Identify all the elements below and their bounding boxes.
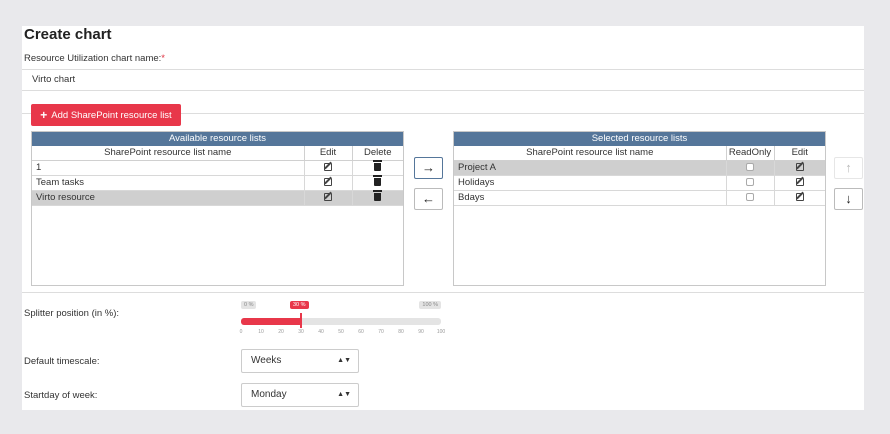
startday-select[interactable]: Monday ▲▼ <box>241 383 359 407</box>
slider-tick-label: 90 <box>418 329 424 335</box>
available-lists-table: SharePoint resource list name Edit Delet… <box>32 146 403 206</box>
slider-tick-label: 50 <box>338 329 344 335</box>
chart-name-input[interactable]: Virto chart <box>22 69 864 91</box>
arrow-left-icon[interactable]: ← <box>414 188 443 210</box>
select-caret-icon: ▲▼ <box>337 357 351 364</box>
col-header-name: SharePoint resource list name <box>32 146 304 161</box>
arrow-up-icon[interactable]: ↑ <box>834 157 863 179</box>
trash-icon[interactable] <box>373 190 383 202</box>
slider-tick-label: 40 <box>318 329 324 335</box>
slider-fill <box>241 318 301 325</box>
available-lists-caption: Available resource lists <box>32 132 403 146</box>
required-mark: * <box>161 53 165 64</box>
available-lists-box: Available resource lists SharePoint reso… <box>31 131 404 286</box>
slider-ticks: 0 10 20 30 40 50 60 70 80 90 100 <box>239 329 446 341</box>
slider-tick-label: 70 <box>378 329 384 335</box>
list-name: Team tasks <box>32 175 304 191</box>
list-name: Bdays <box>454 190 726 206</box>
selected-lists-caption: Selected resource lists <box>454 132 825 146</box>
trash-icon[interactable] <box>373 175 383 187</box>
startday-label: Startday of week: <box>24 390 98 401</box>
splitter-slider[interactable]: 0 % 30 % 100 % 0 10 20 30 40 50 60 70 80 90 100 <box>239 301 446 341</box>
table-row[interactable]: Virto resource <box>32 190 403 206</box>
list-name: 1 <box>32 160 304 176</box>
slider-handle[interactable] <box>300 313 302 328</box>
page-title: Create chart <box>24 26 112 43</box>
edit-icon[interactable] <box>324 162 332 171</box>
table-row[interactable]: 1 <box>32 160 403 176</box>
add-sharepoint-list-button[interactable]: + Add SharePoint resource list <box>31 104 181 126</box>
col-header-name: SharePoint resource list name <box>454 146 726 161</box>
plus-icon: + <box>40 108 48 122</box>
slider-tick-label: 60 <box>358 329 364 335</box>
table-row[interactable]: Team tasks <box>32 175 403 191</box>
timescale-select[interactable]: Weeks ▲▼ <box>241 349 359 373</box>
selected-lists-table: SharePoint resource list name ReadOnly E… <box>454 146 825 206</box>
slider-max-label: 100 % <box>419 301 441 309</box>
readonly-checkbox[interactable] <box>746 177 754 186</box>
chart-name-label: Resource Utilization chart name:* <box>24 53 165 64</box>
edit-icon[interactable] <box>795 177 804 186</box>
arrow-right-icon[interactable]: → <box>414 157 443 179</box>
arrow-down-icon[interactable]: ↓ <box>834 188 863 210</box>
slider-tick-label: 20 <box>278 329 284 335</box>
selected-lists-box: Selected resource lists SharePoint resou… <box>453 131 826 286</box>
edit-icon[interactable] <box>324 177 332 186</box>
readonly-checkbox[interactable] <box>746 162 754 171</box>
table-row[interactable]: Bdays <box>454 190 825 206</box>
edit-icon[interactable] <box>795 162 804 171</box>
timescale-value: Weeks <box>251 355 282 366</box>
readonly-checkbox[interactable] <box>746 192 754 201</box>
slider-tick-label: 10 <box>258 329 264 335</box>
col-header-delete: Delete <box>351 146 403 161</box>
slider-tick-label: 100 <box>436 329 446 335</box>
slider-tick-label: 30 <box>298 329 304 335</box>
trash-icon[interactable] <box>373 160 383 172</box>
splitter-label: Splitter position (in %): <box>24 308 120 319</box>
list-name: Project A <box>454 160 726 176</box>
list-name: Holidays <box>454 175 726 191</box>
create-chart-panel: Create chart Resource Utilization chart … <box>22 26 864 410</box>
list-name: Virto resource <box>32 190 304 206</box>
table-row[interactable]: Project A <box>454 160 825 176</box>
col-header-edit: Edit <box>303 146 352 161</box>
chart-name-label-text: Resource Utilization chart name: <box>24 53 162 64</box>
edit-icon[interactable] <box>795 192 804 201</box>
divider <box>22 292 864 293</box>
timescale-label: Default timescale: <box>24 356 100 367</box>
table-row[interactable]: Holidays <box>454 175 825 191</box>
slider-tick-label: 80 <box>398 329 404 335</box>
col-header-readonly: ReadOnly <box>725 146 774 161</box>
select-caret-icon: ▲▼ <box>337 391 351 398</box>
edit-icon[interactable] <box>324 192 332 201</box>
startday-value: Monday <box>251 389 287 400</box>
add-button-label: Add SharePoint resource list <box>51 109 172 121</box>
slider-track[interactable] <box>241 318 441 325</box>
col-header-edit: Edit <box>773 146 825 161</box>
slider-min-label: 0 % <box>241 301 257 309</box>
slider-tick-label: 0 <box>239 329 243 335</box>
slider-current-label: 30 % <box>290 301 309 309</box>
